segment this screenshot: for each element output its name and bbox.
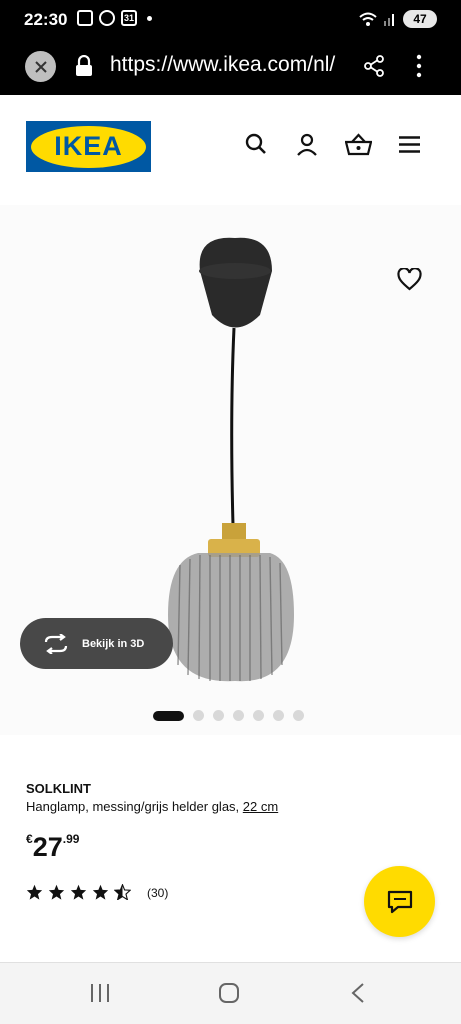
- gallery-dot[interactable]: [233, 710, 244, 721]
- product-name: SOLKLINT: [26, 781, 91, 796]
- whatsapp-icon: [99, 10, 115, 26]
- browser-toolbar: https://www.ikea.com/nl/: [0, 40, 461, 95]
- hamburger-menu-icon[interactable]: [398, 136, 421, 153]
- recent-apps-icon[interactable]: [90, 982, 110, 1004]
- site-header: IKEA: [0, 95, 461, 205]
- url-text[interactable]: https://www.ikea.com/nl/: [110, 53, 335, 77]
- gallery-pagination: [153, 710, 304, 721]
- more-menu-icon[interactable]: [414, 53, 424, 79]
- rating-stars[interactable]: [26, 884, 131, 900]
- status-system: 47: [359, 10, 437, 28]
- pendant-lamp-image: [168, 237, 294, 682]
- ikea-logo[interactable]: IKEA: [26, 121, 151, 172]
- close-icon: [34, 60, 47, 73]
- price-currency: €: [26, 832, 33, 846]
- product-price: €27.99: [26, 832, 79, 863]
- chat-icon: [387, 890, 412, 913]
- shopping-basket-icon[interactable]: [345, 133, 372, 156]
- battery-indicator: 47: [403, 10, 437, 28]
- view-in-3d-label: Bekijk in 3D: [82, 637, 145, 650]
- screenshot-icon: [77, 10, 93, 26]
- logo-text: IKEA: [31, 125, 146, 168]
- more-notifications-icon: [147, 15, 152, 21]
- home-icon[interactable]: [218, 982, 240, 1004]
- product-description: Hanglamp, messing/grijs helder glas, 22 …: [26, 799, 278, 814]
- back-icon[interactable]: [350, 982, 366, 1004]
- favorite-heart-icon[interactable]: [397, 268, 422, 291]
- star-icon: [26, 884, 43, 900]
- chat-button[interactable]: [364, 866, 435, 937]
- product-size-link[interactable]: 22 cm: [243, 799, 278, 814]
- gallery-dot[interactable]: [273, 710, 284, 721]
- price-decimal: .99: [62, 832, 80, 846]
- calendar-icon: 31: [121, 10, 137, 26]
- star-icon: [70, 884, 87, 900]
- status-notifications: 31: [77, 10, 152, 26]
- rotate-3d-icon: [44, 633, 68, 654]
- gallery-dot-active[interactable]: [153, 710, 184, 721]
- gallery-dot[interactable]: [253, 710, 264, 721]
- star-icon: [48, 884, 65, 900]
- product-description-text: Hanglamp, messing/grijs helder glas,: [26, 799, 240, 814]
- half-star-icon: [114, 884, 131, 900]
- wifi-icon: [359, 12, 377, 26]
- search-icon[interactable]: [245, 133, 267, 155]
- gallery-dot[interactable]: [193, 710, 204, 721]
- close-tab-button[interactable]: [25, 51, 56, 82]
- review-count[interactable]: (30): [147, 886, 168, 900]
- star-icon: [92, 884, 109, 900]
- view-in-3d-button[interactable]: Bekijk in 3D: [20, 618, 173, 669]
- system-navigation-bar: [0, 962, 461, 1024]
- status-time: 22:30: [24, 10, 68, 29]
- share-icon[interactable]: [362, 54, 386, 78]
- account-icon[interactable]: [296, 133, 318, 156]
- price-integer: 27: [32, 832, 63, 862]
- signal-icon: [384, 14, 394, 26]
- status-bar: 22:30 31 47: [0, 0, 461, 40]
- gallery-dot[interactable]: [293, 710, 304, 721]
- product-image-gallery[interactable]: Bekijk in 3D: [0, 205, 461, 735]
- gallery-dot[interactable]: [213, 710, 224, 721]
- lock-icon[interactable]: [75, 55, 93, 77]
